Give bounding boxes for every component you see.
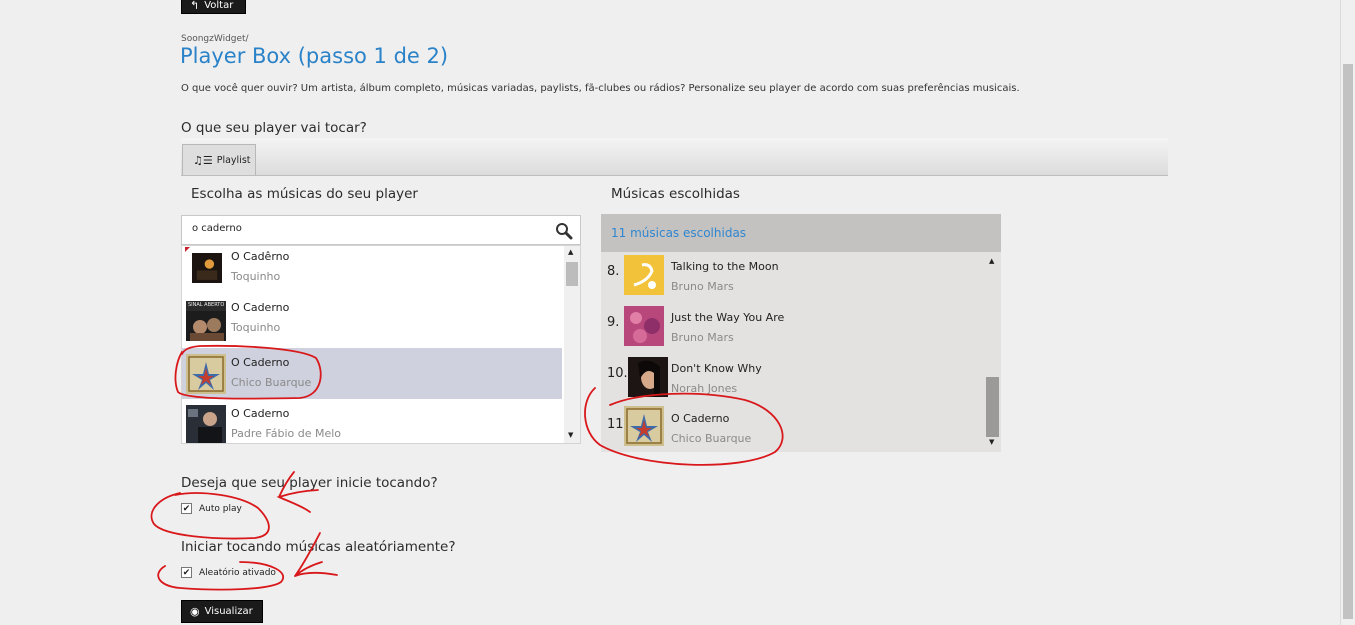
chosen-item-number: 8. — [607, 264, 620, 279]
chosen-item[interactable]: 10. Don't Know Why Norah Jones — [601, 354, 985, 405]
album-cover-image — [624, 255, 664, 295]
tab-playlist-label: Playlist — [216, 154, 251, 166]
chosen-item-number: 10. — [607, 366, 628, 381]
shuffle-heading: Iniciar tocando músicas aleatóriamente? — [181, 539, 456, 555]
chosen-item[interactable]: 11. O Caderno Chico Buarque — [601, 405, 985, 452]
scroll-up-icon[interactable]: ▲ — [568, 248, 573, 256]
chosen-item-artist: Bruno Mars — [671, 331, 734, 344]
chosen-scrollbar[interactable]: ▲ ▼ — [985, 252, 1000, 450]
results-scrollbar-thumb[interactable] — [566, 262, 578, 286]
tab-playlist[interactable]: ♫☰ Playlist — [182, 144, 256, 175]
chosen-item[interactable]: 9. Just the Way You Are Bruno Mars — [601, 303, 985, 354]
result-title: O Caderno — [231, 301, 290, 314]
album-cover-image — [624, 406, 664, 446]
shuffle-checkbox[interactable]: ✔ — [181, 567, 192, 578]
preview-button-label: Visualizar — [204, 606, 253, 617]
corner-marker-icon — [185, 247, 190, 252]
page-scrollbar[interactable] — [1340, 0, 1355, 625]
result-title: O Cadêrno — [231, 250, 290, 263]
result-artist: Chico Buarque — [231, 376, 312, 389]
back-button-label: Voltar — [204, 0, 234, 11]
choose-songs-heading: Escolha as músicas do seu player — [191, 186, 418, 202]
list-item[interactable]: O Cadêrno Toquinho — [182, 246, 562, 293]
page-description: O que você quer ouvir? Um artista, álbum… — [181, 83, 1020, 94]
result-artist: Toquinho — [231, 270, 281, 283]
chosen-item-title: Talking to the Moon — [671, 260, 779, 273]
preview-button[interactable]: ◉ Visualizar — [181, 600, 263, 623]
scroll-up-icon[interactable]: ▲ — [989, 257, 994, 265]
chosen-item-title: O Caderno — [671, 412, 730, 425]
autoplay-option[interactable]: ✔ Auto play — [181, 503, 242, 514]
album-cover-image — [186, 405, 226, 443]
chosen-item-number: 9. — [607, 315, 620, 330]
page-title: Player Box (passo 1 de 2) — [180, 44, 449, 68]
album-cover-image — [624, 306, 664, 346]
shuffle-label: Aleatório ativado — [199, 567, 276, 578]
search-box — [181, 215, 581, 245]
chosen-item-artist: Bruno Mars — [671, 280, 734, 293]
results-scrollbar[interactable]: ▲ ▼ — [564, 246, 580, 443]
chosen-songs-heading: Músicas escolhidas — [611, 186, 740, 202]
album-cover-image — [192, 253, 222, 283]
chosen-item-title: Don't Know Why — [671, 362, 762, 375]
chosen-item-artist: Norah Jones — [671, 382, 738, 395]
chosen-item-title: Just the Way You Are — [671, 311, 785, 324]
search-results-list: O Cadêrno Toquinho SINAL ABERTO O Cadern… — [181, 245, 581, 444]
player-content-heading: O que seu player vai tocar? — [181, 120, 367, 136]
album-cover-image — [186, 354, 226, 394]
chosen-songs-list: 8. Talking to the Moon Bruno Mars 9. Jus… — [601, 252, 1001, 452]
list-item[interactable]: O Caderno Padre Fábio de Melo — [182, 399, 562, 443]
autoplay-checkbox[interactable]: ✔ — [181, 503, 192, 514]
chosen-item-artist: Chico Buarque — [671, 432, 752, 445]
chosen-count-header: 11 músicas escolhidas — [601, 214, 1001, 252]
chosen-scrollbar-thumb[interactable] — [986, 377, 999, 437]
result-title: O Caderno — [231, 407, 290, 420]
search-input[interactable] — [190, 222, 534, 235]
list-item[interactable]: SINAL ABERTO O Caderno Toquinho — [182, 293, 562, 344]
chosen-item[interactable]: 8. Talking to the Moon Bruno Mars — [601, 252, 985, 303]
scroll-down-icon[interactable]: ▼ — [989, 438, 994, 446]
autoplay-label: Auto play — [199, 503, 242, 514]
page-scrollbar-thumb[interactable] — [1343, 64, 1353, 619]
tab-bar — [181, 138, 1168, 176]
result-artist: Padre Fábio de Melo — [231, 427, 342, 440]
search-icon[interactable] — [555, 222, 573, 240]
autoplay-heading: Deseja que seu player inicie tocando? — [181, 475, 438, 491]
breadcrumb[interactable]: SoongzWidget/ — [181, 34, 249, 44]
scroll-down-icon[interactable]: ▼ — [568, 431, 573, 439]
eye-icon: ◉ — [190, 605, 200, 618]
result-title: O Caderno — [231, 356, 290, 369]
back-button[interactable]: ↰ Voltar — [181, 0, 246, 14]
undo-arrow-icon: ↰ — [190, 0, 200, 12]
playlist-icon: ♫☰ — [193, 153, 213, 167]
album-cover-text: SINAL ABERTO — [188, 302, 225, 308]
result-artist: Toquinho — [231, 321, 281, 334]
shuffle-option[interactable]: ✔ Aleatório ativado — [181, 567, 276, 578]
album-cover-image — [628, 357, 668, 397]
list-item-selected[interactable]: O Caderno Chico Buarque — [182, 348, 562, 399]
